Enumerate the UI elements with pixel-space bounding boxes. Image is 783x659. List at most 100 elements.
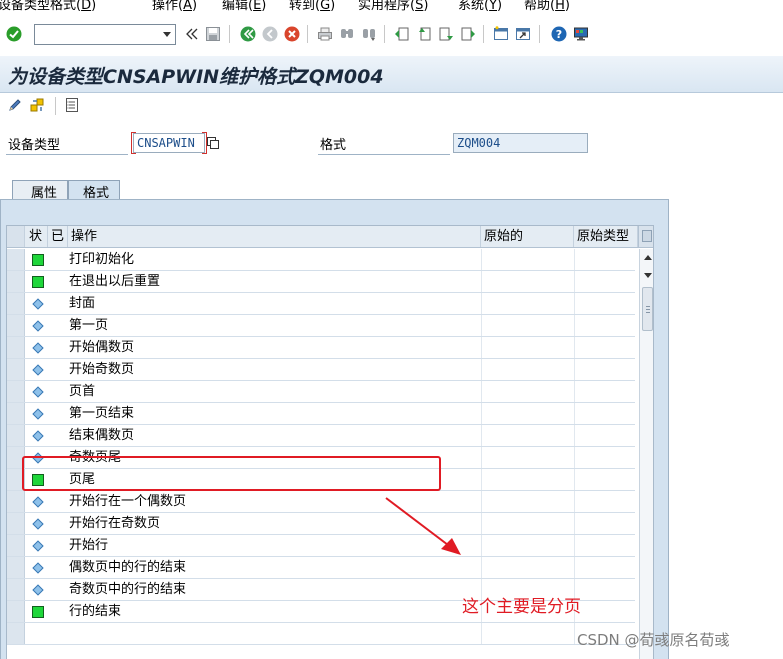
chevron-down-icon[interactable] — [163, 32, 171, 37]
row-selector[interactable] — [7, 425, 25, 446]
row-selector[interactable] — [7, 579, 25, 600]
row-selector[interactable] — [7, 557, 25, 578]
customize-layout-icon[interactable] — [573, 26, 589, 42]
device-type-field[interactable]: CNSAPWIN — [131, 132, 207, 154]
table-row[interactable]: 开始奇数页 — [7, 359, 635, 381]
table-row[interactable]: 开始行 — [7, 535, 635, 557]
column-header-original-type[interactable]: 原始类型 — [574, 226, 638, 247]
table-row[interactable]: 在退出以后重置 — [7, 271, 635, 293]
table-row[interactable] — [7, 623, 635, 645]
cancel-icon[interactable] — [284, 26, 300, 42]
scroll-up-arrow-icon[interactable] — [644, 255, 652, 260]
menu-device-type-format[interactable]: 设备类型格式(D) — [0, 0, 96, 12]
thumb-grip — [646, 306, 650, 307]
table-row[interactable]: 页首 — [7, 381, 635, 403]
table-row[interactable]: 第一页 — [7, 315, 635, 337]
column-config-button[interactable] — [638, 226, 653, 248]
row-selector[interactable] — [7, 491, 25, 512]
row-selector[interactable] — [7, 315, 25, 336]
row-selector[interactable] — [7, 359, 25, 380]
enter-check-icon[interactable] — [6, 26, 22, 42]
operation-name: 第一页结束 — [69, 406, 135, 421]
tab-format[interactable]: 格式 — [68, 180, 121, 201]
table-row[interactable]: 打印初始化 — [7, 249, 635, 271]
edit-pencil-icon[interactable] — [7, 97, 23, 113]
thumb-grip — [646, 312, 650, 313]
column-header-operation[interactable]: 操作 — [68, 226, 481, 247]
table-row[interactable]: 偶数页中的行的结束 — [7, 557, 635, 579]
menu-system[interactable]: 系统(Y) — [458, 0, 502, 12]
row-selector[interactable] — [7, 381, 25, 402]
column-divider — [574, 271, 575, 292]
page-title: 为设备类型CNSAPWIN维护格式ZQM004 — [8, 66, 384, 88]
row-selector[interactable] — [7, 623, 25, 644]
command-field[interactable] — [34, 24, 176, 45]
format-field: ZQM004 — [453, 133, 588, 153]
operation-name: 第一页 — [69, 318, 109, 333]
header-selection-cell[interactable] — [7, 226, 25, 247]
first-page-icon[interactable] — [394, 26, 410, 42]
double-chevron-left-icon[interactable] — [184, 26, 200, 42]
column-divider — [481, 513, 482, 534]
scroll-thumb[interactable] — [642, 287, 653, 331]
copy-icon[interactable] — [207, 137, 219, 149]
find-icon[interactable] — [339, 26, 355, 42]
exit-icon[interactable] — [262, 26, 278, 42]
application-toolbar — [0, 94, 783, 118]
menu-edit[interactable]: 编辑(E) — [222, 0, 266, 12]
column-divider — [574, 513, 575, 534]
menu-utilities[interactable]: 实用程序(S) — [358, 0, 428, 12]
scroll-down-arrow-icon[interactable] — [644, 273, 652, 278]
operation-name: 开始行 — [69, 538, 109, 553]
help-icon[interactable]: ? — [551, 26, 567, 42]
label-underline — [6, 154, 128, 155]
menu-goto[interactable]: 转到(G) — [289, 0, 335, 12]
status-diamond-icon — [32, 518, 44, 530]
find-next-icon[interactable] — [361, 26, 377, 42]
shortcut-icon[interactable] — [515, 26, 531, 42]
table-row[interactable]: 结束偶数页 — [7, 425, 635, 447]
column-divider — [574, 249, 575, 270]
row-selector[interactable] — [7, 249, 25, 270]
tab-attributes[interactable]: 属性 — [12, 180, 69, 201]
status-green-icon — [32, 606, 44, 618]
column-divider — [574, 315, 575, 336]
screen-title-bar: 为设备类型CNSAPWIN维护格式ZQM004 — [0, 56, 783, 93]
table-row[interactable]: 开始行在一个偶数页 — [7, 491, 635, 513]
table-row[interactable]: 封面 — [7, 293, 635, 315]
create-session-icon[interactable] — [493, 26, 509, 42]
toolbar-separator — [483, 25, 484, 43]
row-selector[interactable] — [7, 271, 25, 292]
previous-page-icon[interactable] — [416, 26, 432, 42]
column-header-status[interactable]: 状 — [26, 226, 48, 247]
menu-actions[interactable]: 操作(A) — [152, 0, 197, 12]
status-diamond-icon — [32, 342, 44, 354]
column-header-done[interactable]: 已 — [48, 226, 68, 247]
operation-name: 开始奇数页 — [69, 362, 135, 377]
column-divider — [574, 623, 575, 644]
row-selector[interactable] — [7, 513, 25, 534]
row-selector[interactable] — [7, 293, 25, 314]
row-selector[interactable] — [7, 337, 25, 358]
operation-name: 奇数页中的行的结束 — [69, 582, 187, 597]
back-icon[interactable] — [240, 26, 256, 42]
save-icon[interactable] — [205, 26, 221, 42]
row-selector[interactable] — [7, 535, 25, 556]
table-row[interactable]: 开始行在奇数页 — [7, 513, 635, 535]
last-page-icon[interactable] — [460, 26, 476, 42]
column-divider — [481, 359, 482, 380]
operation-name: 开始行在奇数页 — [69, 516, 161, 531]
column-header-original[interactable]: 原始的 — [481, 226, 574, 247]
row-selector[interactable] — [7, 601, 25, 622]
print-icon[interactable] — [317, 26, 333, 42]
table-row[interactable]: 开始偶数页 — [7, 337, 635, 359]
menu-help[interactable]: 帮助(H) — [524, 0, 570, 12]
table-scrollbar[interactable] — [639, 249, 653, 659]
display-change-icon[interactable] — [29, 97, 45, 113]
row-selector[interactable] — [7, 403, 25, 424]
table-row[interactable]: 第一页结束 — [7, 403, 635, 425]
next-page-icon[interactable] — [438, 26, 454, 42]
details-icon[interactable] — [64, 97, 80, 113]
table-settings-icon — [642, 230, 652, 242]
column-divider — [574, 557, 575, 578]
